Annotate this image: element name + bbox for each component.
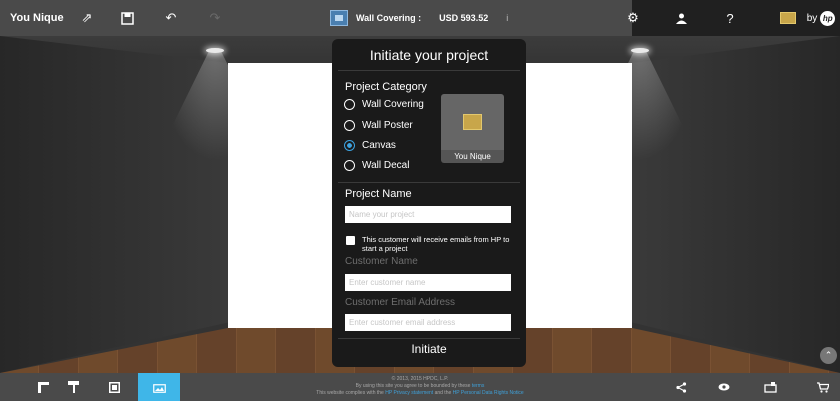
view-icon[interactable] <box>707 373 741 401</box>
divider <box>338 338 520 339</box>
price-display: Wall Covering : USD 593.52 i <box>330 0 508 36</box>
undo-icon[interactable]: ↶ <box>156 0 186 36</box>
product-type-label: Wall Covering : <box>356 13 422 23</box>
scroll-up-icon[interactable]: ⌃ <box>820 347 837 364</box>
radio-button-selected[interactable] <box>344 140 355 151</box>
customer-name-label: Customer Name <box>345 256 418 267</box>
brand-name[interactable]: You Nique <box>10 0 64 36</box>
project-name-input[interactable] <box>345 206 511 223</box>
email-consent-row[interactable]: This customer will receive emails from H… <box>346 235 522 253</box>
expand-icon[interactable]: ⇗ <box>72 0 102 36</box>
paint-roller-icon[interactable] <box>56 373 90 401</box>
settings-icon[interactable]: ⚙ <box>618 0 648 36</box>
info-icon[interactable]: i <box>506 13 508 23</box>
bottom-toolbar: © 2013, 2015 HPDC, L.P. By using this si… <box>0 373 840 401</box>
privacy-line: This website complies with the HP Privac… <box>270 390 570 397</box>
data-rights-link[interactable]: HP Personal Data Rights Notice <box>453 390 524 396</box>
preview-caption: You Nique <box>441 150 504 163</box>
radio-button[interactable] <box>344 120 355 131</box>
frame-icon[interactable] <box>97 373 131 401</box>
cart-icon[interactable] <box>806 373 840 401</box>
privacy-mid-text: and the <box>434 390 452 396</box>
brand-logo-icon <box>463 114 482 130</box>
redo-icon: ↷ <box>209 10 221 25</box>
radio-label: Wall Decal <box>362 160 410 171</box>
terms-link[interactable]: terms <box>472 383 485 389</box>
divider <box>338 70 520 71</box>
cart-add-icon[interactable] <box>753 373 787 401</box>
copyright: © 2013, 2015 HPDC, L.P. <box>391 376 449 382</box>
divider <box>338 182 520 183</box>
privacy-statement-link[interactable]: HP Privacy statement <box>385 390 433 396</box>
right-spotlight-icon <box>631 48 649 53</box>
save-icon[interactable] <box>112 0 142 36</box>
hp-logo: hp <box>820 10 836 26</box>
image-gallery-icon[interactable] <box>138 373 180 401</box>
terms-line: By using this site you agree to be bound… <box>270 383 570 390</box>
customer-email-input[interactable] <box>345 314 511 331</box>
radio-canvas[interactable]: Canvas <box>344 140 396 151</box>
customer-name-input[interactable] <box>345 274 511 291</box>
legal-footer: © 2013, 2015 HPDC, L.P. By using this si… <box>270 376 570 397</box>
radio-button[interactable] <box>344 160 355 171</box>
radio-label: Canvas <box>362 140 396 151</box>
radio-label: Wall Poster <box>362 120 413 131</box>
project-category-label: Project Category <box>345 81 427 93</box>
price-value: USD 593.52 <box>439 13 489 23</box>
initiate-project-dialog: Initiate your project Project Category W… <box>332 39 526 367</box>
initiate-button[interactable]: Initiate <box>332 342 526 356</box>
support-icon[interactable] <box>666 0 696 36</box>
email-consent-checkbox[interactable] <box>346 236 355 245</box>
share-icon[interactable] <box>664 373 698 401</box>
radio-wall-poster[interactable]: Wall Poster <box>344 120 413 131</box>
email-consent-text: This customer will receive emails from H… <box>362 235 510 253</box>
radio-wall-covering[interactable]: Wall Covering <box>344 99 424 110</box>
terms-text: By using this site you agree to be bound… <box>355 383 471 389</box>
brand-preview-tile: You Nique <box>441 94 504 163</box>
customer-email-label: Customer Email Address <box>345 297 456 308</box>
wall-tool-icon[interactable] <box>26 373 60 401</box>
left-spotlight-icon <box>206 48 224 53</box>
privacy-text: This website complies with the <box>316 390 384 396</box>
brand-mini-logo-icon <box>779 0 797 36</box>
help-icon[interactable]: ? <box>715 0 745 36</box>
wall-covering-thumbnail-icon <box>330 10 348 26</box>
top-toolbar: You Nique ⇗ ↶ ↷ Wall Covering : USD 593.… <box>0 0 840 36</box>
project-name-label: Project Name <box>345 188 412 200</box>
dialog-title: Initiate your project <box>369 47 489 63</box>
by-label: by <box>806 12 818 24</box>
radio-wall-decal[interactable]: Wall Decal <box>344 160 409 171</box>
hp-branding: by hp <box>804 0 838 36</box>
radio-button[interactable] <box>344 99 355 110</box>
radio-label: Wall Covering <box>362 99 424 110</box>
